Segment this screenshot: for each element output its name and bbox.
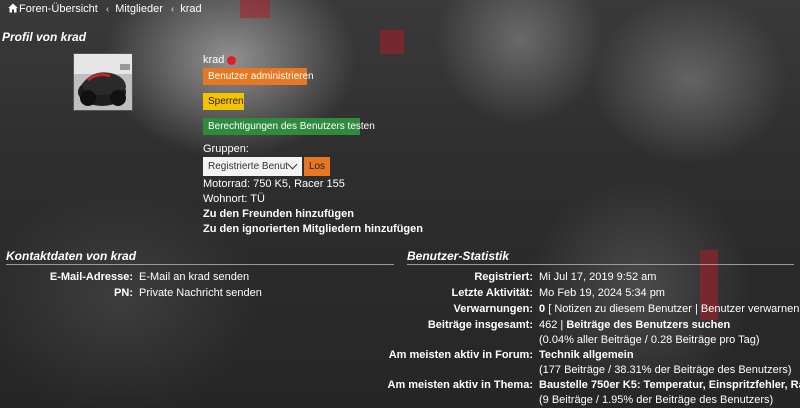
wohnort-info: Wohnort: TÜ (203, 193, 265, 205)
registered-label: Registriert: (474, 271, 533, 283)
most-active-topic-link[interactable]: Baustelle 750er K5: Temperatur, Einsprit… (539, 379, 800, 391)
warnings-value: 0 [ Notizen zu diesem Benutzer | Benutze… (539, 303, 800, 315)
stats-section-title: Benutzer-Statistik (407, 249, 510, 263)
breadcrumb: Foren-Übersicht ‹ Mitglieder ‹ krad (8, 1, 202, 17)
contact-section-title: Kontaktdaten von krad (6, 249, 137, 263)
avatar (73, 53, 133, 111)
most-active-forum-detail: (177 Beiträge / 38.31% der Beiträge des … (539, 364, 792, 376)
search-user-posts-link[interactable]: Beiträge des Benutzers suchen (566, 319, 730, 331)
breadcrumb-user[interactable]: krad (180, 3, 201, 15)
chevron-left-icon: ‹ (170, 3, 175, 15)
last-active-label: Letzte Aktivität: (451, 287, 534, 299)
warnings-label: Verwarnungen: (453, 303, 533, 315)
posts-count: 462 (539, 319, 558, 331)
pn-link[interactable]: Private Nachricht senden (139, 287, 262, 299)
ban-user-button[interactable]: Sperren (203, 93, 244, 110)
groups-select[interactable]: Registrierte Benut (203, 157, 302, 176)
motorrad-info: Motorrad: 750 K5, Racer 155 (203, 178, 345, 190)
motorcycle-avatar-image (74, 54, 132, 110)
last-active-value: Mo Feb 19, 2024 5:34 pm (539, 287, 665, 299)
stats-divider (407, 264, 794, 265)
posts-value: 462 | Beiträge des Benutzers suchen (539, 319, 730, 331)
username-label: krad (203, 54, 225, 66)
posts-separator: | (560, 319, 564, 331)
warn-user-link[interactable]: Benutzer verwarnen (701, 303, 799, 315)
chevron-down-icon (287, 159, 298, 170)
user-notes-link[interactable]: Notizen zu diesem Benutzer (554, 303, 692, 315)
online-status-icon (227, 55, 237, 65)
most-active-forum-label: Am meisten aktiv in Forum: (388, 349, 533, 361)
most-active-topic-detail: (9 Beiträge / 1.95% der Beiträge des Ben… (539, 394, 774, 406)
groups-label: Gruppen: (203, 143, 249, 155)
username: krad (203, 54, 237, 66)
email-link[interactable]: E-Mail an krad senden (139, 271, 249, 283)
admin-user-button[interactable]: Benutzer administrieren (203, 68, 314, 85)
warnings-count: 0 (539, 303, 546, 315)
posts-detail: (0.04% aller Beiträge / 0.28 Beiträge pr… (539, 334, 760, 346)
posts-label: Beiträge insgesamt: (427, 319, 533, 331)
groups-go-button[interactable]: Los (304, 157, 330, 176)
most-active-topic-label: Am meisten aktiv in Thema: (387, 379, 534, 391)
pn-label: PN: (114, 287, 133, 299)
page-title: Profil von krad (2, 30, 87, 44)
breadcrumb-home-label: Foren-Übersicht (19, 3, 98, 15)
breadcrumb-members[interactable]: Mitglieder (115, 3, 163, 15)
registered-value: Mi Jul 17, 2019 9:52 am (539, 271, 657, 283)
contact-divider (6, 264, 394, 265)
test-permissions-button[interactable]: Berechtigungen des Benutzers testen (203, 118, 375, 135)
most-active-forum-link[interactable]: Technik allgemein (539, 349, 634, 361)
warnings-separator: | (694, 303, 698, 315)
home-icon (8, 3, 18, 13)
chevron-left-icon: ‹ (105, 3, 110, 15)
add-ignored-link[interactable]: Zu den ignorierten Mitgliedern hinzufüge… (203, 223, 423, 235)
add-friend-link[interactable]: Zu den Freunden hinzufügen (203, 208, 354, 220)
email-label: E-Mail-Adresse: (49, 271, 133, 283)
groups-select-value: Registrierte Benut (208, 161, 289, 172)
warnings-bracket-open: [ (548, 303, 552, 315)
breadcrumb-home[interactable]: Foren-Übersicht (8, 3, 98, 15)
